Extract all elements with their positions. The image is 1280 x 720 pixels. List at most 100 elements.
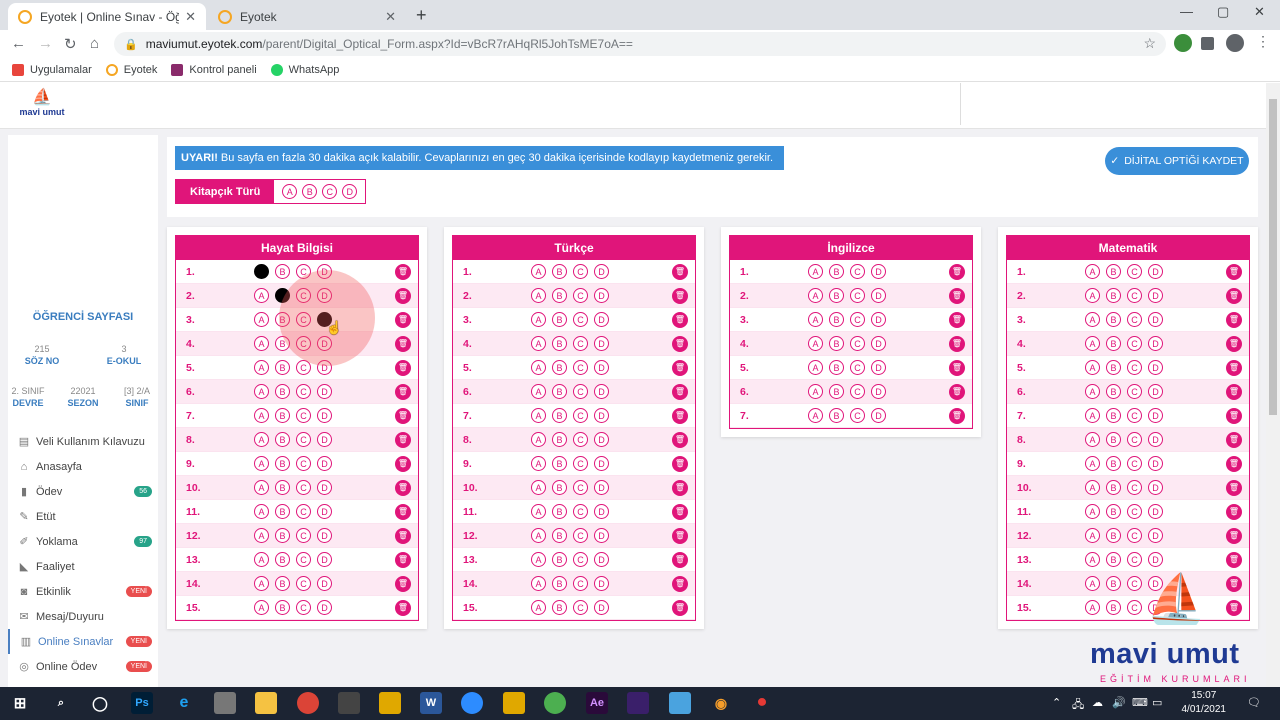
answer-bubble-d[interactable]: D [594,288,609,303]
answer-bubble-c[interactable]: C [573,360,588,375]
answer-bubble-d[interactable]: D [317,384,332,399]
search-icon[interactable]: ⌕ [50,692,72,714]
answer-bubble-a[interactable]: A [531,528,546,543]
answer-bubble-c[interactable]: C [1127,360,1142,375]
sidebar-item[interactable]: ◙ Etkinlik YENİ [8,579,158,604]
trash-icon[interactable]: 🗑 [1226,263,1242,280]
app-icon[interactable] [503,692,525,714]
trash-icon[interactable]: 🗑 [1226,455,1242,472]
trash-icon[interactable]: 🗑 [672,551,688,568]
trash-icon[interactable]: 🗑 [1226,287,1242,304]
sidebar-item[interactable]: ✉ Mesaj/Duyuru [8,604,158,629]
answer-bubble-c[interactable]: C [573,576,588,591]
answer-bubble-d[interactable]: D [317,552,332,567]
answer-bubble-a[interactable]: A [1085,432,1100,447]
trash-icon[interactable]: 🗑 [1226,311,1242,328]
notification-icon[interactable]: 🗨 [1247,696,1261,709]
answer-bubble-c[interactable]: C [296,504,311,519]
answer-bubble-a[interactable]: A [531,576,546,591]
answer-bubble-a[interactable]: A [531,480,546,495]
home-icon[interactable]: ⌂ [90,35,99,52]
sidebar-item[interactable]: ▥ Online Sınavlar YENİ [8,629,158,654]
answer-bubble-a[interactable]: A [254,264,269,279]
answer-bubble-d[interactable]: D [1148,336,1163,351]
answer-bubble-a[interactable]: A [254,432,269,447]
answer-bubble-d[interactable]: D [594,360,609,375]
save-optical-form-button[interactable]: ✓ DİJİTAL OPTİĞİ KAYDET [1105,147,1249,175]
answer-bubble-a[interactable]: A [1085,480,1100,495]
scrollbar-thumb[interactable] [1269,99,1277,415]
answer-bubble-b[interactable]: B [552,528,567,543]
network-icon[interactable]: 🖧 [1072,696,1084,715]
answer-bubble-a[interactable]: A [254,552,269,567]
answer-bubble-b[interactable]: B [552,552,567,567]
answer-bubble-b[interactable]: B [275,600,290,615]
answer-bubble-c[interactable]: C [573,432,588,447]
app-icon[interactable] [214,692,236,714]
maximize-icon[interactable]: ▢ [1217,4,1229,20]
answer-bubble-d[interactable]: D [594,576,609,591]
answer-bubble-a[interactable]: A [808,408,823,423]
trash-icon[interactable]: 🗑 [395,551,411,568]
answer-bubble-c[interactable]: C [1127,456,1142,471]
answer-bubble-c[interactable]: C [850,312,865,327]
trash-icon[interactable]: 🗑 [672,455,688,472]
answer-bubble-a[interactable]: A [1085,264,1100,279]
answer-bubble-b[interactable]: B [1106,312,1121,327]
answer-bubble-c[interactable]: C [850,360,865,375]
browser-tab-active[interactable]: Eyotek | Online Sınav - Öğrenci S ✕ [8,3,206,30]
page-scrollbar[interactable] [1266,83,1280,687]
answer-bubble-c[interactable]: C [573,528,588,543]
trash-icon[interactable]: 🗑 [1226,335,1242,352]
answer-bubble-c[interactable]: C [573,552,588,567]
trash-icon[interactable]: 🗑 [672,383,688,400]
trash-icon[interactable]: 🗑 [395,407,411,424]
url-bar[interactable]: 🔒 maviumut.eyotek.com /parent/Digital_Op… [114,32,1166,56]
answer-bubble-d[interactable]: D [317,528,332,543]
answer-bubble-a[interactable]: A [531,552,546,567]
answer-bubble-d[interactable]: D [871,336,886,351]
answer-bubble-c[interactable]: C [573,312,588,327]
answer-bubble-b[interactable]: B [552,456,567,471]
cloud-icon[interactable]: ☁ [1092,696,1103,709]
answer-bubble-b[interactable]: B [275,480,290,495]
answer-bubble-a[interactable]: A [254,528,269,543]
answer-bubble-c[interactable]: C [573,264,588,279]
keyboard-icon[interactable]: ⌨ [1132,696,1148,709]
sidebar-item[interactable]: ▤ Veli Kullanım Kılavuzu [8,429,158,454]
answer-bubble-d[interactable]: D [594,600,609,615]
trash-icon[interactable]: 🗑 [395,431,411,448]
answer-bubble-d[interactable]: D [1148,504,1163,519]
answer-bubble-d[interactable]: D [317,600,332,615]
answer-bubble-c[interactable]: C [573,384,588,399]
answer-bubble-d[interactable]: D [594,408,609,423]
answer-bubble-b[interactable]: B [552,408,567,423]
menu-dots-icon[interactable]: ⋮ [1256,33,1274,51]
answer-bubble-d[interactable]: D [1148,456,1163,471]
trash-icon[interactable]: 🗑 [672,575,688,592]
answer-bubble-b[interactable]: B [1106,408,1121,423]
answer-bubble-a[interactable]: A [254,504,269,519]
answer-bubble-d[interactable]: D [594,312,609,327]
answer-bubble-d[interactable]: D [317,576,332,591]
answer-bubble-a[interactable]: A [531,336,546,351]
trash-icon[interactable]: 🗑 [672,479,688,496]
answer-bubble-b[interactable]: B [1106,360,1121,375]
answer-bubble-b[interactable]: B [275,504,290,519]
answer-bubble-c[interactable]: C [573,600,588,615]
answer-bubble-b[interactable]: B [1106,504,1121,519]
answer-bubble-c[interactable]: C [1127,432,1142,447]
answer-bubble-c[interactable]: C [850,288,865,303]
answer-bubble-c[interactable]: C [573,408,588,423]
answer-bubble-a[interactable]: A [808,360,823,375]
answer-bubble-c[interactable]: C [850,384,865,399]
trash-icon[interactable]: 🗑 [949,263,965,280]
profile-avatar-icon[interactable] [1226,34,1244,52]
trash-icon[interactable]: 🗑 [672,407,688,424]
answer-bubble-a[interactable]: A [1085,336,1100,351]
answer-bubble-a[interactable]: A [531,360,546,375]
answer-bubble-d[interactable]: D [594,552,609,567]
answer-bubble-b[interactable]: B [1106,384,1121,399]
volume-icon[interactable]: 🔊 [1112,696,1126,709]
battery-icon[interactable]: ▭ [1152,696,1162,709]
